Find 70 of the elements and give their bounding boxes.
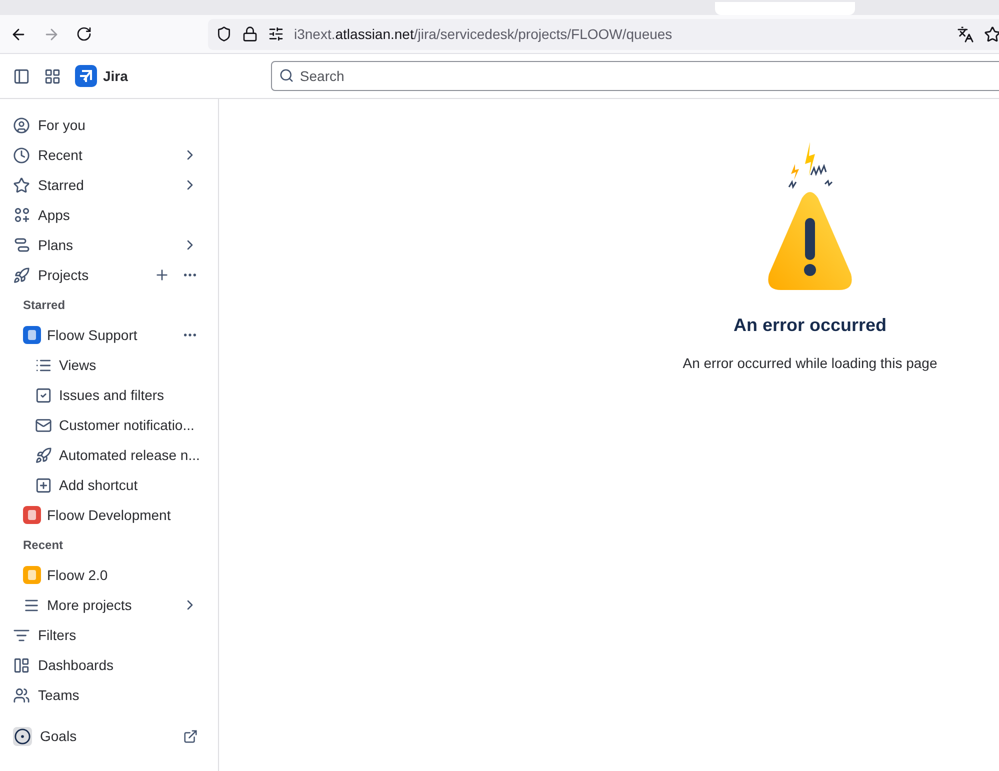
bookmark-star-icon[interactable]: [984, 26, 999, 42]
error-title: An error occurred: [733, 314, 887, 337]
sidebar-item-label: Filters: [38, 626, 78, 644]
url-text: i3next.atlassian.net/jira/servicedesk/projects/FLOOW/queues: [294, 24, 674, 44]
sidebar-item-label: Starred: [38, 176, 85, 194]
more-projects-label: More projects: [47, 596, 133, 615]
subitem-label: Add shortcut: [59, 476, 138, 494]
checkbox-icon: [35, 386, 52, 404]
section-heading: Starred: [22, 297, 66, 314]
subitem-label: Views: [59, 356, 96, 374]
project-subitem[interactable]: Issues and filters: [0, 380, 218, 410]
project-name: Floow 2.0: [47, 566, 109, 584]
sidebar-item-label: Recent: [38, 146, 84, 164]
sidebar-item-label: Goals: [40, 726, 78, 746]
sidebar-item-label: For you: [38, 116, 86, 135]
sidebar-item-label: Plans: [38, 236, 74, 254]
sidebar-item[interactable]: Filters: [0, 620, 218, 650]
sidebar-item[interactable]: Apps: [0, 200, 218, 230]
translate-icon[interactable]: [957, 26, 974, 42]
project-subitem[interactable]: Automated release n...: [0, 440, 218, 470]
sidebar-item[interactable]: Projects: [0, 260, 218, 290]
rocket-icon: [35, 446, 52, 464]
plans-icon: [14, 237, 30, 253]
subitem-label: Issues and filters: [59, 386, 164, 404]
user-icon: [13, 116, 30, 134]
subitem-label: Automated release n...: [59, 446, 200, 464]
error-message: An error occurred while loading this page: [682, 354, 938, 373]
sidebar-item-label: Projects: [38, 266, 90, 285]
sidebar-item[interactable]: For you: [0, 110, 218, 140]
dashboard-icon: [13, 656, 30, 674]
sidebar-item[interactable]: Dashboards: [0, 650, 218, 680]
reload-icon[interactable]: [76, 26, 92, 42]
more-projects-item[interactable]: More projects: [0, 590, 218, 620]
permissions-icon: [268, 26, 284, 42]
sidebar-item-label: Teams: [38, 686, 80, 704]
search-field[interactable]: Search: [270, 61, 999, 91]
project-item[interactable]: Floow 2.0: [0, 560, 218, 590]
sidebar-item-label: Apps: [38, 206, 71, 225]
shield-icon: [216, 26, 232, 42]
add-icon: [35, 476, 52, 494]
rocket-icon: [13, 266, 30, 284]
address-bar[interactable]: i3next.atlassian.net/jira/servicedesk/projects/FLOOW/queues: [208, 18, 999, 50]
sidebar-item[interactable]: Recent: [0, 140, 218, 170]
project-item[interactable]: Floow Development: [0, 500, 218, 530]
clock-icon: [13, 146, 30, 164]
project-item[interactable]: Floow Support: [0, 320, 218, 350]
project-name: Floow Development: [47, 506, 172, 525]
project-subitem[interactable]: Customer notificatio...: [0, 410, 218, 440]
project-name: Floow Support: [47, 326, 138, 345]
section-heading: Recent: [22, 537, 64, 554]
sidebar-item-label: Dashboards: [38, 656, 114, 674]
project-subitem[interactable]: Add shortcut: [0, 470, 218, 500]
sidebar-item[interactable]: Teams: [0, 680, 218, 710]
subitem-label: Customer notificatio...: [59, 416, 194, 434]
sidebar-toggle-icon[interactable]: [13, 68, 30, 84]
external-link-icon[interactable]: [183, 728, 198, 744]
mail-icon: [35, 416, 52, 434]
sidebar-item[interactable]: Plans: [0, 230, 218, 260]
apps-icon: [14, 207, 30, 223]
app-switcher-icon[interactable]: [44, 68, 61, 84]
star-icon: [13, 176, 30, 194]
project-subitem[interactable]: Views: [0, 350, 218, 380]
search-icon: [278, 68, 294, 83]
lock-icon: [242, 26, 258, 42]
sidebar-item[interactable]: Starred: [0, 170, 218, 200]
people-icon: [13, 686, 30, 704]
sidebar-item[interactable]: Goals: [0, 721, 218, 751]
jira-logo-icon[interactable]: [75, 65, 97, 87]
plus-icon[interactable]: [154, 267, 170, 283]
app-name[interactable]: Jira: [103, 66, 128, 86]
